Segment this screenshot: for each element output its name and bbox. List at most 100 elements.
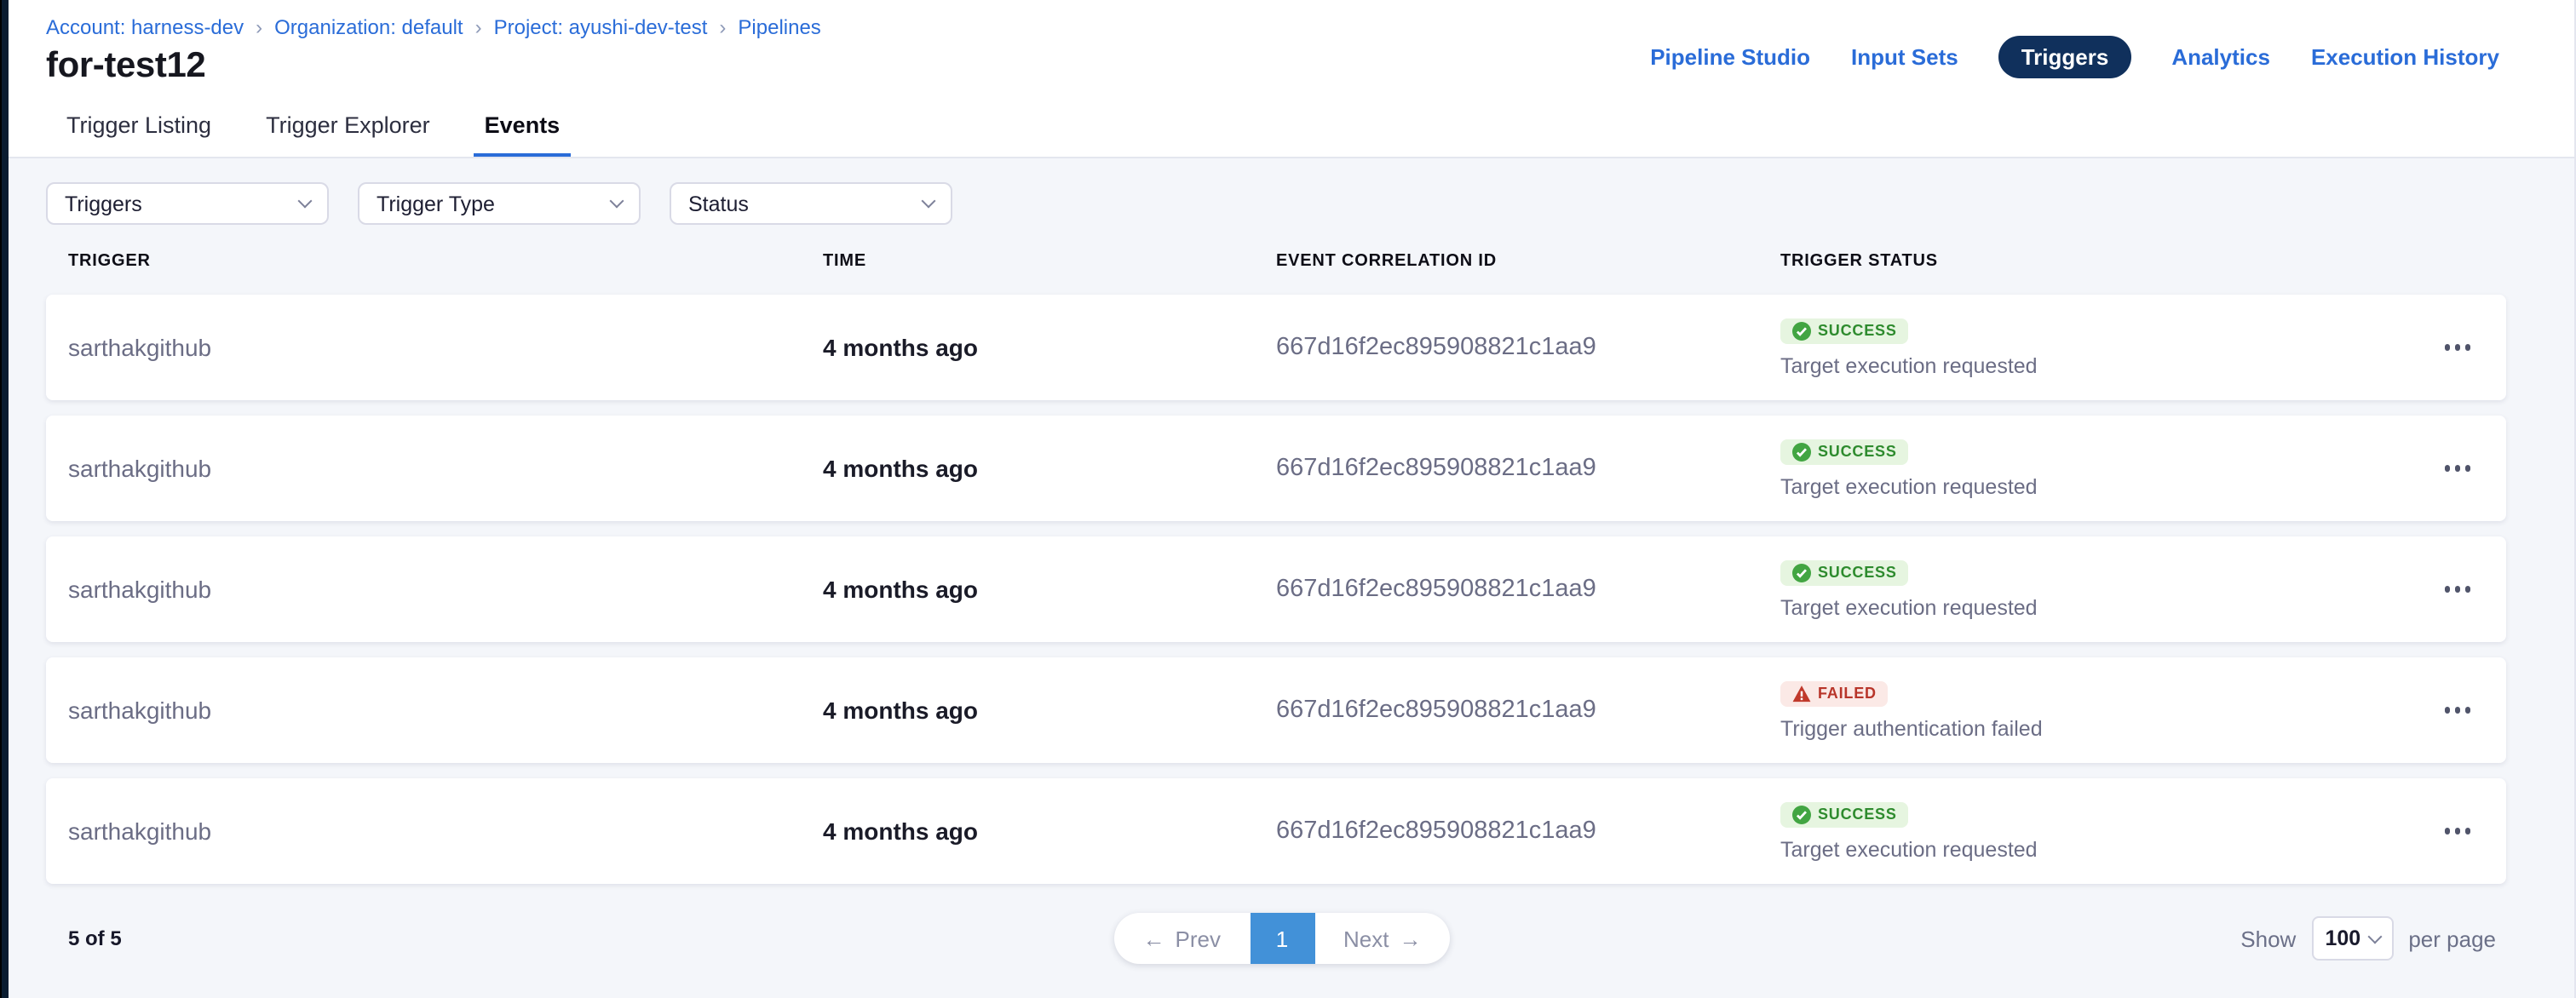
chevron-separator-icon: › bbox=[719, 15, 726, 39]
page-size-group: Show 100 per page bbox=[2240, 916, 2496, 961]
table-row[interactable]: sarthakgithub 4 months ago 667d16f2ec895… bbox=[46, 657, 2506, 763]
tab-events[interactable]: Events bbox=[474, 97, 571, 157]
header-left: Account: harness-dev › Organization: def… bbox=[46, 15, 821, 87]
column-header-trigger: TRIGGER bbox=[68, 252, 823, 271]
status-message: Trigger authentication failed bbox=[1780, 716, 2401, 740]
success-check-icon bbox=[1792, 805, 1811, 823]
tab-trigger-listing[interactable]: Trigger Listing bbox=[56, 97, 221, 157]
column-header-trigger-status: TRIGGER STATUS bbox=[1780, 252, 2401, 271]
status-message: Target execution requested bbox=[1780, 595, 2401, 619]
main-area: Account: harness-dev › Organization: def… bbox=[9, 0, 2576, 998]
more-options-button[interactable] bbox=[2435, 699, 2479, 722]
breadcrumb: Account: harness-dev › Organization: def… bbox=[46, 15, 821, 39]
pipeline-nav: Pipeline Studio Input Sets Triggers Anal… bbox=[1650, 36, 2499, 78]
prev-page-button[interactable]: ← Prev bbox=[1114, 913, 1250, 964]
event-correlation-id: 667d16f2ec895908821c1aa9 bbox=[1276, 576, 1780, 603]
trigger-status-cell: FAILED Trigger authentication failed bbox=[1780, 657, 2401, 763]
page-size-value: 100 bbox=[2325, 926, 2360, 950]
event-correlation-id: 667d16f2ec895908821c1aa9 bbox=[1276, 817, 1780, 845]
table-row[interactable]: sarthakgithub 4 months ago 667d16f2ec895… bbox=[46, 416, 2506, 521]
tab-bar: Trigger Listing Trigger Explorer Events bbox=[9, 97, 2574, 158]
chevron-down-icon bbox=[298, 194, 313, 209]
status-badge: SUCCESS bbox=[1780, 318, 1909, 343]
nav-input-sets[interactable]: Input Sets bbox=[1851, 44, 1958, 70]
tab-trigger-explorer[interactable]: Trigger Explorer bbox=[256, 97, 440, 157]
status-message: Target execution requested bbox=[1780, 353, 2401, 377]
status-badge: SUCCESS bbox=[1780, 801, 1909, 827]
failed-warning-icon bbox=[1792, 684, 1811, 703]
status-filter-dropdown[interactable]: Status bbox=[670, 182, 952, 225]
chevron-down-icon bbox=[922, 194, 936, 209]
screen: Account: harness-dev › Organization: def… bbox=[0, 0, 2576, 998]
more-options-button[interactable] bbox=[2435, 820, 2479, 843]
nav-pipeline-studio[interactable]: Pipeline Studio bbox=[1650, 44, 1810, 70]
event-correlation-id: 667d16f2ec895908821c1aa9 bbox=[1276, 697, 1780, 724]
success-check-icon bbox=[1792, 321, 1811, 340]
nav-triggers[interactable]: Triggers bbox=[1999, 36, 2131, 78]
triggers-filter-label: Triggers bbox=[65, 192, 142, 215]
nav-analytics[interactable]: Analytics bbox=[2171, 44, 2270, 70]
event-time: 4 months ago bbox=[823, 817, 1276, 845]
page-size-select[interactable]: 100 bbox=[2311, 916, 2393, 961]
trigger-name: sarthakgithub bbox=[68, 817, 823, 845]
column-header-event-correlation-id: EVENT CORRELATION ID bbox=[1276, 252, 1780, 271]
table-header: TRIGGER TIME EVENT CORRELATION ID TRIGGE… bbox=[46, 245, 2506, 278]
table-row[interactable]: sarthakgithub 4 months ago 667d16f2ec895… bbox=[46, 778, 2506, 884]
event-time: 4 months ago bbox=[823, 455, 1276, 482]
status-badge-label: SUCCESS bbox=[1818, 443, 1897, 460]
event-time: 4 months ago bbox=[823, 576, 1276, 603]
events-content: Triggers Trigger Type Status TRIGGER TIM… bbox=[9, 158, 2574, 998]
trigger-type-filter-label: Trigger Type bbox=[377, 192, 495, 215]
trigger-name: sarthakgithub bbox=[68, 455, 823, 482]
more-options-button[interactable] bbox=[2435, 457, 2479, 480]
breadcrumb-pipelines[interactable]: Pipelines bbox=[738, 15, 820, 39]
trigger-type-filter-dropdown[interactable]: Trigger Type bbox=[358, 182, 641, 225]
status-badge-label: SUCCESS bbox=[1818, 564, 1897, 581]
breadcrumb-account[interactable]: Account: harness-dev bbox=[46, 15, 244, 39]
event-time: 4 months ago bbox=[823, 697, 1276, 724]
page-number-button[interactable]: 1 bbox=[1250, 913, 1314, 964]
more-options-button[interactable] bbox=[2435, 336, 2479, 359]
next-page-button[interactable]: Next → bbox=[1314, 913, 1450, 964]
nav-execution-history[interactable]: Execution History bbox=[2311, 44, 2499, 70]
column-header-time: TIME bbox=[823, 252, 1276, 271]
status-badge-label: FAILED bbox=[1818, 685, 1877, 702]
status-badge-label: SUCCESS bbox=[1818, 322, 1897, 339]
chevron-separator-icon: › bbox=[256, 15, 262, 39]
table-row[interactable]: sarthakgithub 4 months ago 667d16f2ec895… bbox=[46, 295, 2506, 400]
breadcrumb-organization[interactable]: Organization: default bbox=[274, 15, 463, 39]
success-check-icon bbox=[1792, 563, 1811, 582]
per-page-label: per page bbox=[2408, 926, 2496, 951]
next-arrow-icon: → bbox=[1399, 926, 1421, 951]
show-label: Show bbox=[2240, 926, 2296, 951]
app-window: Account: harness-dev › Organization: def… bbox=[0, 0, 2576, 998]
status-badge: FAILED bbox=[1780, 680, 1889, 706]
trigger-status-cell: SUCCESS Target execution requested bbox=[1780, 416, 2401, 521]
pager: ← Prev 1 Next → bbox=[1114, 913, 1451, 964]
breadcrumb-project[interactable]: Project: ayushi-dev-test bbox=[494, 15, 708, 39]
trigger-status-cell: SUCCESS Target execution requested bbox=[1780, 295, 2401, 400]
status-filter-label: Status bbox=[688, 192, 749, 215]
pagination-bar: 5 of 5 ← Prev 1 Next → Show 100 bbox=[46, 911, 2506, 966]
success-check-icon bbox=[1792, 442, 1811, 461]
page-title: for-test12 bbox=[46, 46, 821, 87]
status-message: Target execution requested bbox=[1780, 474, 2401, 498]
event-time: 4 months ago bbox=[823, 334, 1276, 361]
left-nav-rail bbox=[0, 0, 9, 998]
more-options-button[interactable] bbox=[2435, 578, 2479, 601]
trigger-name: sarthakgithub bbox=[68, 697, 823, 724]
results-summary: 5 of 5 bbox=[68, 926, 1114, 950]
status-badge-label: SUCCESS bbox=[1818, 806, 1897, 823]
chevron-down-icon bbox=[610, 194, 624, 209]
trigger-name: sarthakgithub bbox=[68, 576, 823, 603]
event-rows: sarthakgithub 4 months ago 667d16f2ec895… bbox=[46, 295, 2506, 884]
status-message: Target execution requested bbox=[1780, 837, 2401, 861]
chevron-separator-icon: › bbox=[475, 15, 482, 39]
table-row[interactable]: sarthakgithub 4 months ago 667d16f2ec895… bbox=[46, 536, 2506, 642]
prev-label: Prev bbox=[1176, 926, 1221, 951]
filter-bar: Triggers Trigger Type Status bbox=[46, 182, 2506, 225]
event-correlation-id: 667d16f2ec895908821c1aa9 bbox=[1276, 334, 1780, 361]
status-badge: SUCCESS bbox=[1780, 559, 1909, 585]
event-correlation-id: 667d16f2ec895908821c1aa9 bbox=[1276, 455, 1780, 482]
triggers-filter-dropdown[interactable]: Triggers bbox=[46, 182, 329, 225]
